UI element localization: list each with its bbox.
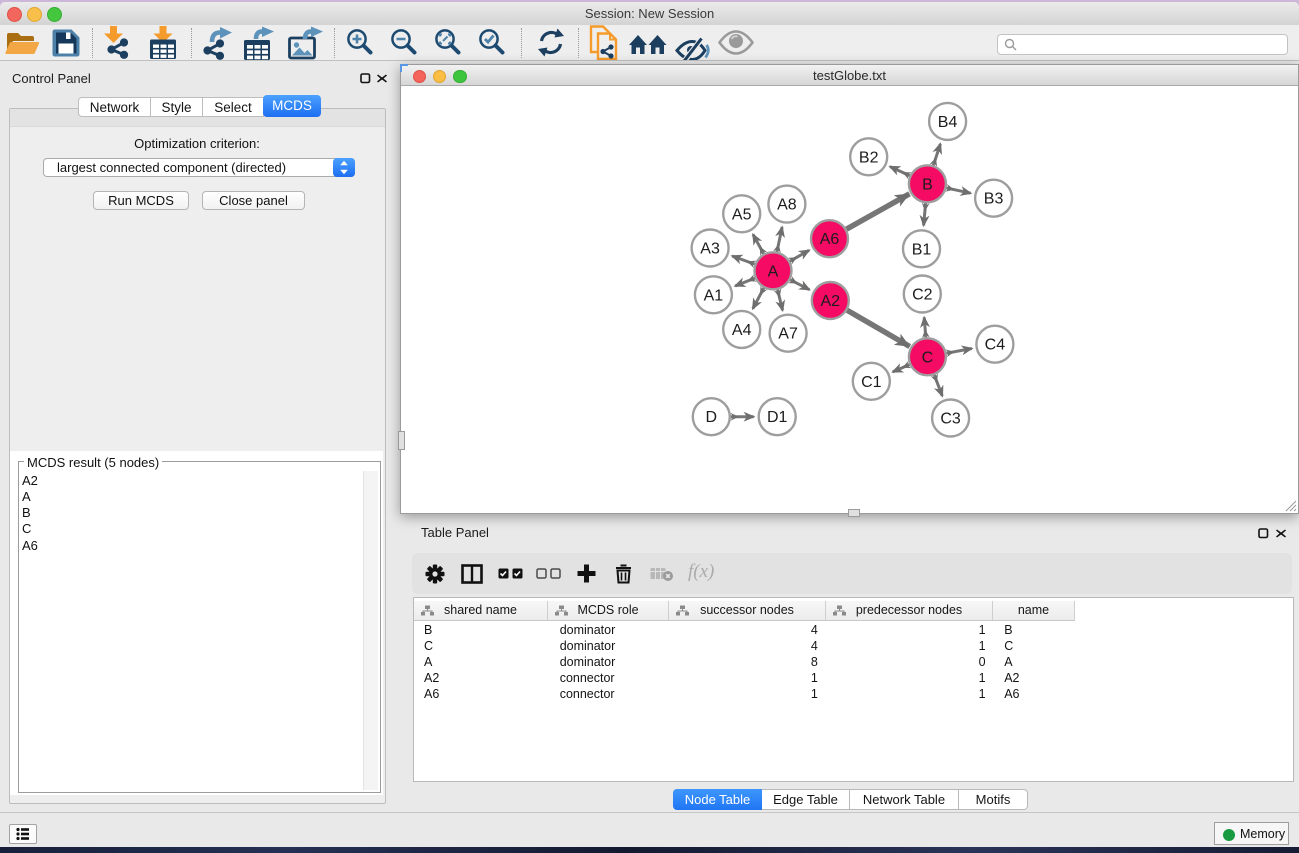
svg-text:B2: B2: [859, 149, 879, 166]
svg-text:A3: A3: [700, 241, 720, 258]
svg-text:A8: A8: [777, 197, 797, 214]
svg-text:A: A: [768, 263, 779, 280]
svg-text:B3: B3: [984, 191, 1004, 208]
svg-text:C4: C4: [985, 337, 1006, 354]
svg-text:C2: C2: [912, 287, 933, 304]
svg-text:C1: C1: [861, 374, 882, 391]
svg-text:D1: D1: [767, 409, 788, 426]
svg-text:A5: A5: [732, 206, 752, 223]
svg-text:B1: B1: [912, 241, 932, 258]
svg-text:B: B: [922, 176, 933, 193]
svg-text:A7: A7: [778, 326, 798, 343]
svg-text:D: D: [706, 409, 718, 426]
svg-text:A6: A6: [820, 231, 840, 248]
svg-text:A1: A1: [704, 287, 724, 304]
svg-text:A2: A2: [821, 293, 841, 310]
svg-text:C3: C3: [940, 411, 961, 428]
svg-text:C: C: [922, 349, 934, 366]
svg-text:B4: B4: [938, 114, 958, 131]
svg-text:A4: A4: [732, 322, 752, 339]
